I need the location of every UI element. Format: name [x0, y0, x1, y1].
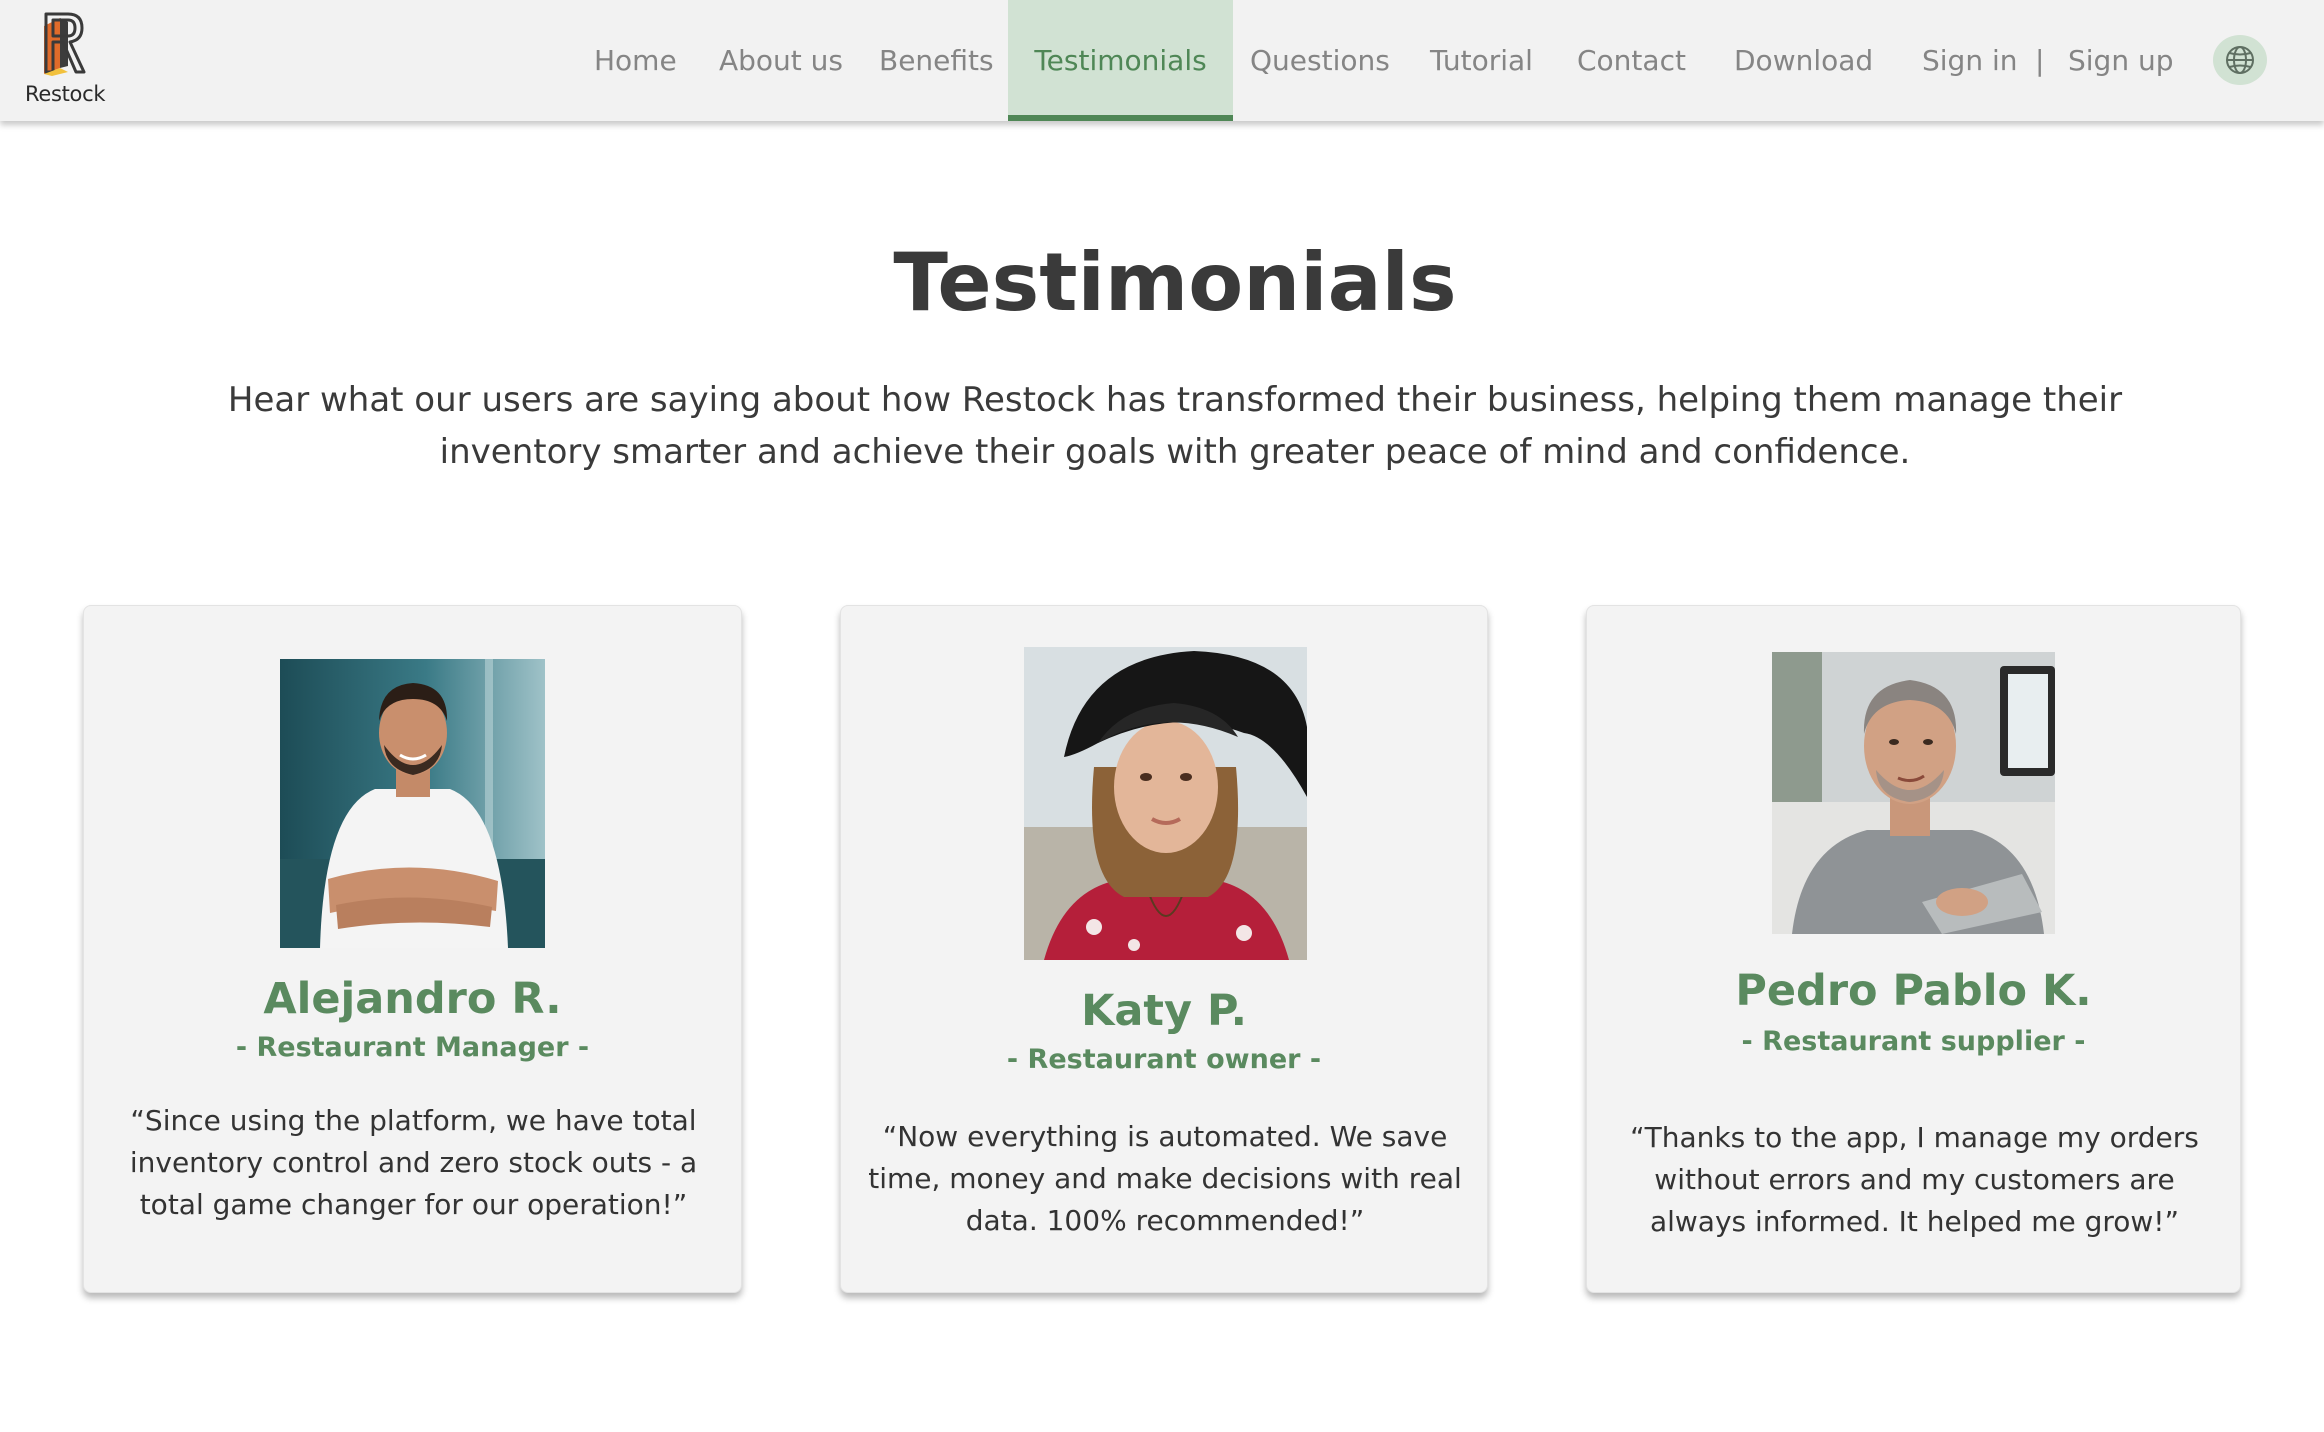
top-navbar: Restock Home About us Benefits Testimoni…	[0, 0, 2324, 121]
nav-tutorial[interactable]: Tutorial	[1430, 0, 1533, 121]
nav-home[interactable]: Home	[594, 0, 677, 121]
avatar-photo-alejandro	[280, 659, 545, 948]
testimonial-role: - Restaurant Manager -	[235, 1032, 590, 1063]
testimonial-card-pedro: Pedro Pablo K. - Restaurant supplier - “…	[1586, 605, 2241, 1293]
page-subtitle: Hear what our users are saying about how…	[227, 380, 2123, 472]
testimonial-role: - Restaurant supplier -	[1741, 1026, 2086, 1057]
nav-about-us[interactable]: About us	[719, 0, 843, 121]
testimonial-name: Alejandro R.	[263, 974, 562, 1024]
testimonial-quote: “Thanks to the app, I manage my orders w…	[1630, 1121, 2199, 1238]
restock-logo[interactable]: Restock	[22, 8, 112, 108]
testimonial-name: Katy P.	[1081, 986, 1247, 1036]
nav-testimonials[interactable]: Testimonials	[1008, 0, 1233, 121]
nav-questions[interactable]: Questions	[1250, 0, 1390, 121]
language-button[interactable]	[2213, 35, 2267, 85]
sign-in-link[interactable]: Sign in	[1922, 0, 2018, 121]
page-title: Testimonials	[893, 236, 1457, 329]
testimonial-quote: “Since using the platform, we have total…	[129, 1104, 698, 1221]
testimonial-quote: “Now everything is automated. We save ti…	[868, 1120, 1462, 1237]
sign-up-link[interactable]: Sign up	[2068, 0, 2174, 121]
nav-benefits[interactable]: Benefits	[879, 0, 994, 121]
avatar-photo-katy	[1024, 647, 1307, 960]
nav-contact[interactable]: Contact	[1577, 0, 1686, 121]
auth-separator: |	[2035, 44, 2045, 77]
testimonial-role: - Restaurant owner -	[1006, 1044, 1322, 1075]
globe-icon	[2226, 46, 2254, 74]
testimonial-card-alejandro: Alejandro R. - Restaurant Manager - “Sin…	[83, 605, 742, 1293]
testimonial-card-katy: Katy P. - Restaurant owner - “Now everyt…	[840, 605, 1488, 1293]
testimonial-name: Pedro Pablo K.	[1735, 966, 2092, 1016]
logo-text: Restock	[25, 82, 106, 106]
nav-download[interactable]: Download	[1734, 0, 1873, 121]
avatar-photo-pedro	[1772, 652, 2055, 934]
restock-logo-icon	[44, 12, 86, 76]
